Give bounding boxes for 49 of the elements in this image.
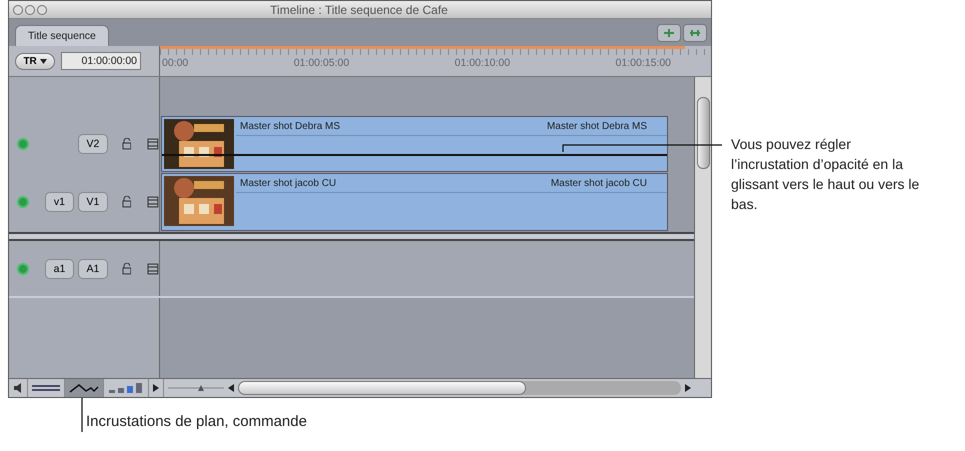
ruler-label: 01:00:05:00 xyxy=(294,57,350,69)
callout-text: Vous pouvez régler l’incrustation d’opacité en la glissant vers le haut ou vers le bas. xyxy=(731,135,920,214)
vertical-scrollbar[interactable] xyxy=(694,77,711,378)
overlay-line-icon xyxy=(69,383,99,393)
lock-icon[interactable] xyxy=(122,262,132,274)
track-visibility-toggle[interactable] xyxy=(17,196,29,208)
film-icon[interactable] xyxy=(147,196,160,208)
callout-text: Incrustations de plan, commande xyxy=(86,413,308,430)
ruler-label: 01:00:15:00 xyxy=(616,57,671,69)
ruler-label: 01:00:10:00 xyxy=(454,57,510,69)
track-size-icon[interactable] xyxy=(108,382,144,394)
film-icon[interactable] xyxy=(147,138,159,150)
destination-control[interactable]: V2 xyxy=(78,134,108,154)
clip-name: Master shot Debra MS xyxy=(546,120,647,134)
source-control[interactable]: v1 xyxy=(44,192,74,212)
lock-icon[interactable] xyxy=(122,196,132,208)
scroll-thumb[interactable] xyxy=(238,381,526,395)
timecode-field[interactable]: 01:00:00:00 xyxy=(61,52,141,70)
zoom-slider-thumb[interactable] xyxy=(198,385,204,391)
destination-control[interactable]: A1 xyxy=(78,258,108,278)
video-clip[interactable]: Master shot Debra MS Master shot Debra MS xyxy=(161,116,668,172)
window-title: Timeline : Title sequence de Cafe xyxy=(269,2,449,16)
film-icon[interactable] xyxy=(147,262,160,274)
clip-overlays-button[interactable] xyxy=(65,379,104,397)
ruler-label: 00:00 xyxy=(162,57,188,69)
left-arrow-icon[interactable] xyxy=(228,384,234,392)
track-visibility-toggle[interactable] xyxy=(17,262,29,274)
source-control[interactable]: a1 xyxy=(44,258,74,278)
linking-icon xyxy=(689,28,701,38)
track-height-icon[interactable] xyxy=(32,384,60,392)
snapping-icon xyxy=(663,28,675,38)
caret-icon xyxy=(40,58,47,64)
track-visibility-toggle[interactable] xyxy=(17,138,29,150)
leader-line xyxy=(81,398,83,432)
scroll-thumb[interactable] xyxy=(696,97,710,169)
destination-control[interactable]: V1 xyxy=(78,192,108,212)
right-arrow-icon[interactable] xyxy=(153,384,159,392)
lock-icon[interactable] xyxy=(122,138,132,150)
clip-name: Master shot jacob CU xyxy=(240,178,336,191)
speaker-icon[interactable] xyxy=(13,383,23,393)
clip-name: Master shot Debra MS xyxy=(240,120,340,134)
opacity-line[interactable] xyxy=(162,154,667,156)
sequence-tab[interactable]: Title sequence xyxy=(15,25,109,46)
video-clip[interactable]: Master shot jacob CU Master shot jacob CU xyxy=(161,173,668,231)
clip-name: Master shot jacob CU xyxy=(550,178,647,191)
window-controls-icon[interactable] xyxy=(13,4,47,14)
track-menu-button[interactable]: TR xyxy=(15,52,55,70)
horizontal-scrollbar[interactable] xyxy=(238,381,681,395)
right-arrow-icon[interactable] xyxy=(685,384,691,392)
